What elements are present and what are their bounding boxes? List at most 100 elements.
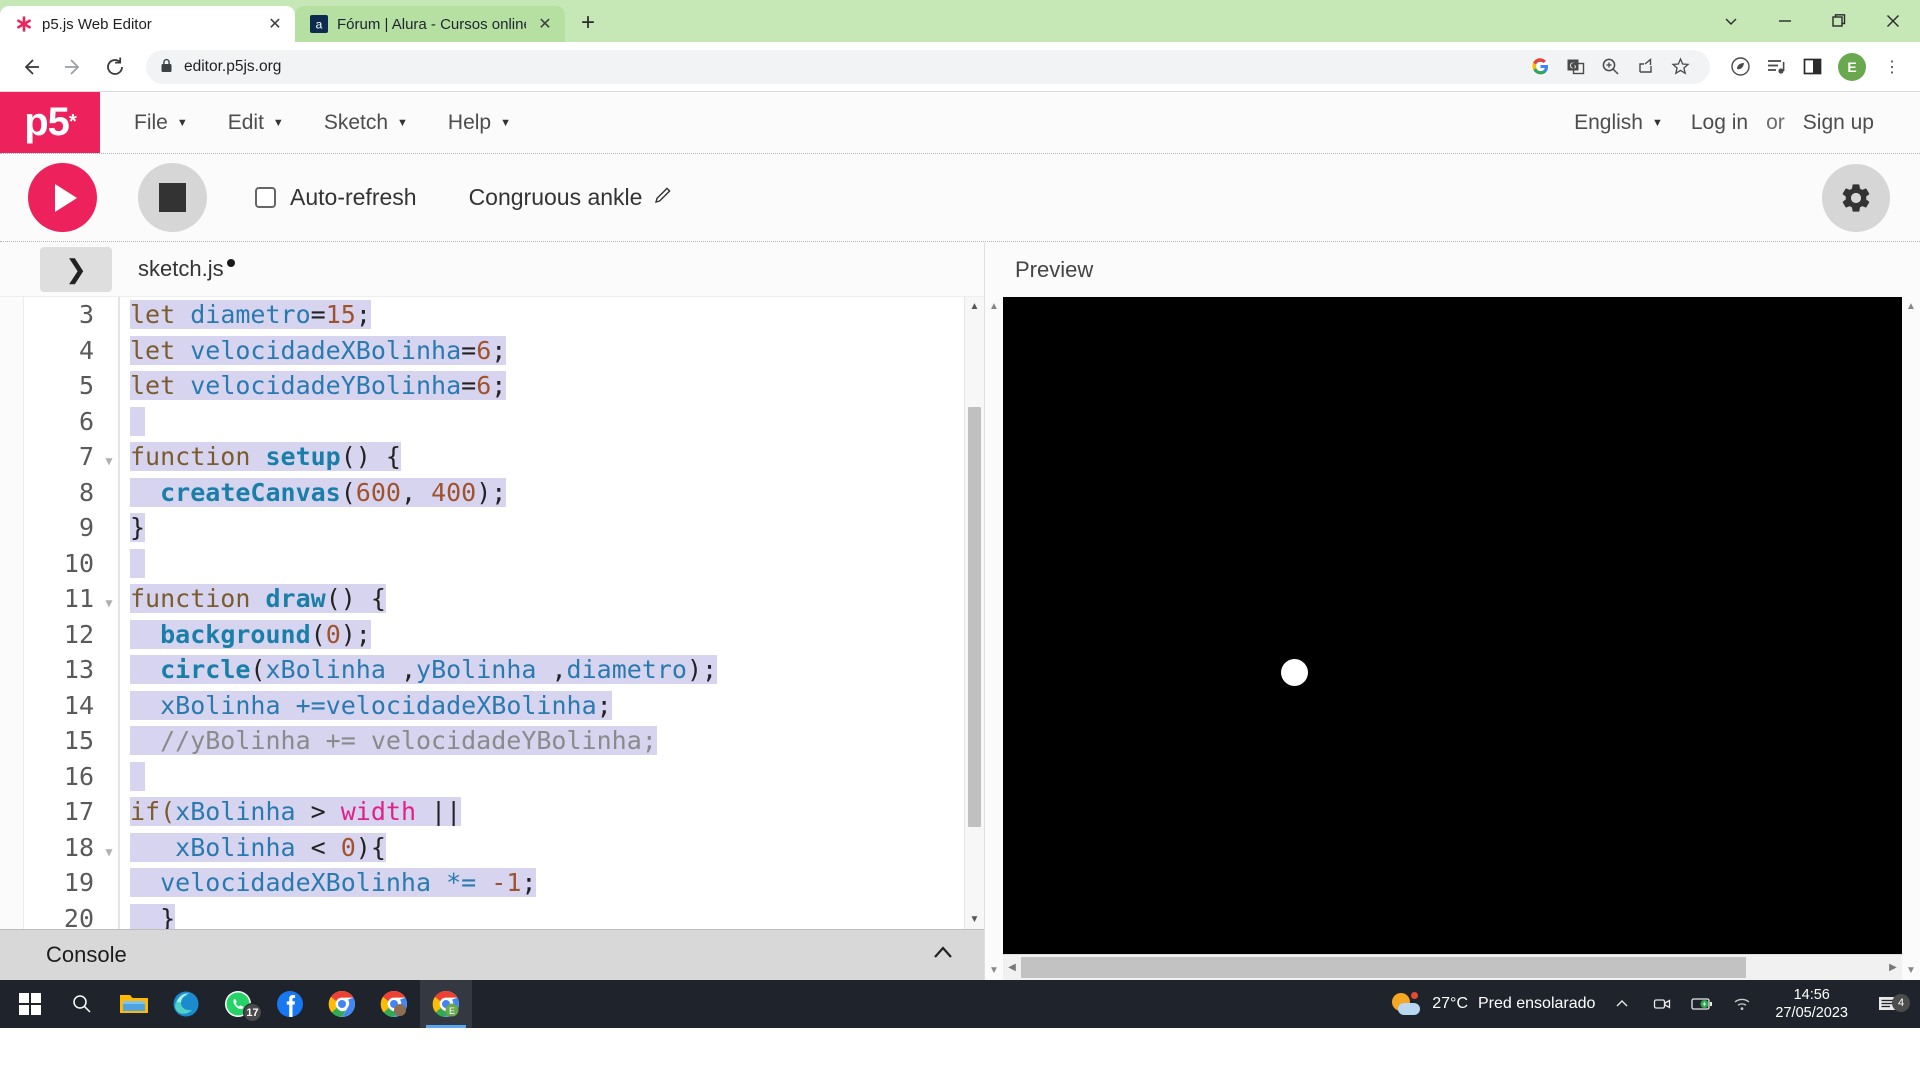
fold-toggle-icon[interactable]: ▼ — [100, 586, 118, 622]
code-line[interactable]: 8 createCanvas(600, 400); — [24, 474, 984, 511]
code-line[interactable]: 12 background(0); — [24, 616, 984, 653]
code-line[interactable]: 11 ▼ function draw() { — [24, 581, 984, 617]
pencil-icon[interactable] — [653, 185, 673, 211]
hscroll-track[interactable] — [1021, 955, 1884, 980]
scroll-right-icon[interactable]: ▶ — [1884, 962, 1902, 973]
taskbar-chrome[interactable] — [316, 980, 368, 1028]
scroll-down-icon[interactable]: ▼ — [1906, 965, 1916, 976]
wifi-icon[interactable] — [1729, 996, 1755, 1012]
maximize-icon[interactable] — [1812, 0, 1866, 42]
code-line[interactable]: 7 ▼ function setup() { — [24, 439, 984, 475]
profile-avatar[interactable]: E — [1838, 52, 1866, 81]
taskbar-whatsapp[interactable]: 17 — [212, 980, 264, 1028]
zoom-icon[interactable] — [1594, 51, 1626, 83]
code-line[interactable]: 20 } — [24, 900, 984, 929]
sketch-canvas[interactable] — [1003, 297, 1902, 954]
scroll-up-icon[interactable]: ▲ — [1906, 301, 1916, 312]
scroll-down-icon[interactable]: ▼ — [965, 911, 984, 929]
preview-left-scrollbar[interactable]: ▲ ▼ — [985, 297, 1003, 980]
code-editor[interactable]: 3 let diametro=15; 4 let velocidadeXBolinha… — [0, 296, 984, 929]
scroll-down-icon[interactable]: ▼ — [989, 965, 999, 976]
taskbar-chrome-profile[interactable] — [368, 980, 420, 1028]
code-line[interactable]: 19 velocidadeXBolinha *= -1; — [24, 865, 984, 901]
code-line[interactable]: 15 //yBolinha += velocidadeYBolinha; — [24, 723, 984, 759]
forward-icon[interactable] — [54, 48, 92, 86]
tab-search-chevron-icon[interactable] — [1704, 0, 1758, 42]
code-line[interactable]: 3 let diametro=15; — [24, 297, 984, 333]
scrollbar-thumb[interactable] — [968, 407, 981, 828]
reload-icon[interactable] — [96, 48, 134, 86]
code-line[interactable]: 4 let velocidadeXBolinha=6; — [24, 332, 984, 369]
editor-header: ❯ sketch.js — [0, 242, 984, 297]
settings-button[interactable] — [1822, 163, 1890, 232]
hscroll-thumb[interactable] — [1021, 957, 1746, 978]
chevron-up-icon[interactable] — [930, 939, 956, 970]
taskbar-facebook[interactable] — [264, 980, 316, 1028]
code-line[interactable]: 17 if(xBolinha > width || — [24, 794, 984, 830]
play-button[interactable] — [28, 163, 97, 232]
close-icon[interactable]: ✕ — [535, 14, 555, 34]
code-line[interactable]: 18 ▼ xBolinha < 0){ — [24, 829, 984, 866]
editor-vertical-scrollbar[interactable]: ▲ ▼ — [964, 297, 984, 929]
preview-right-scrollbar[interactable]: ▲ ▼ — [1902, 297, 1920, 980]
tray-expand-chevron-icon[interactable] — [1609, 996, 1635, 1012]
code-line[interactable]: 5 let velocidadeYBolinha=6; — [24, 368, 984, 404]
signup-link[interactable]: Sign up — [1791, 103, 1886, 143]
translate-icon[interactable]: G — [1559, 51, 1591, 83]
preview-horizontal-scrollbar[interactable]: ◀ ▶ — [1003, 954, 1902, 980]
leaf-icon[interactable] — [1724, 51, 1756, 83]
chrome-menu-icon[interactable]: ⋮ — [1876, 51, 1908, 83]
menu-sketch[interactable]: Sketch ▼ — [308, 103, 424, 143]
code-line[interactable]: 16 — [24, 758, 984, 795]
new-tab-button[interactable]: + — [571, 6, 605, 40]
menu-edit[interactable]: Edit ▼ — [212, 103, 300, 143]
p5-logo[interactable]: p5 * — [0, 92, 100, 153]
fold-toggle-icon[interactable]: ▼ — [100, 835, 118, 871]
browser-tab-p5js[interactable]: p5.js Web Editor ✕ — [0, 6, 295, 42]
taskbar-search-button[interactable] — [56, 980, 108, 1028]
browser-tab-alura[interactable]: a Fórum | Alura - Cursos online de ✕ — [295, 6, 565, 42]
scroll-up-icon[interactable]: ▲ — [989, 301, 999, 312]
share-icon[interactable] — [1629, 51, 1661, 83]
sidebar-toggle-button[interactable]: ❯ — [40, 246, 112, 292]
scroll-left-icon[interactable]: ◀ — [1003, 962, 1021, 973]
code-lines-container[interactable]: 3 let diametro=15; 4 let velocidadeXBolinha… — [24, 297, 984, 929]
language-selector[interactable]: English ▼ — [1562, 103, 1675, 143]
notification-center-button[interactable]: 4 — [1868, 994, 1910, 1014]
google-icon[interactable] — [1524, 51, 1556, 83]
bookmark-star-icon[interactable] — [1664, 51, 1696, 83]
media-list-icon[interactable] — [1760, 51, 1792, 83]
start-button[interactable] — [4, 980, 56, 1028]
back-icon[interactable] — [12, 48, 50, 86]
menu-file[interactable]: File ▼ — [118, 103, 204, 143]
menu-help[interactable]: Help ▼ — [432, 103, 527, 143]
fold-toggle-icon[interactable]: ▼ — [100, 444, 118, 480]
weather-widget[interactable]: 27°C Pred ensolarado — [1392, 992, 1595, 1016]
stop-button[interactable] — [138, 163, 207, 232]
clock-widget[interactable]: 14:56 27/05/2023 — [1769, 986, 1854, 1022]
scroll-up-icon[interactable]: ▲ — [965, 297, 984, 315]
sketch-name-control[interactable]: Congruous ankle — [469, 184, 674, 211]
taskbar-chrome-active[interactable]: E — [420, 980, 472, 1028]
minimize-icon[interactable] — [1758, 0, 1812, 42]
camera-icon[interactable] — [1649, 996, 1675, 1012]
console-panel-header[interactable]: Console — [0, 928, 984, 980]
auto-refresh-control[interactable]: Auto-refresh — [255, 184, 417, 211]
side-panel-icon[interactable] — [1796, 51, 1828, 83]
line-number: 9 — [78, 513, 94, 543]
auto-refresh-checkbox[interactable] — [255, 187, 276, 208]
code-line[interactable]: 9} — [24, 510, 984, 546]
taskbar-file-explorer[interactable] — [108, 980, 160, 1028]
close-icon[interactable]: ✕ — [265, 14, 285, 34]
code-line[interactable]: 10 — [24, 545, 984, 582]
code-line[interactable]: 6 — [24, 403, 984, 440]
code-line[interactable]: 13 circle(xBolinha ,yBolinha ,diametro); — [24, 652, 984, 688]
close-window-icon[interactable] — [1866, 0, 1920, 42]
battery-icon[interactable] — [1689, 997, 1715, 1011]
code-line[interactable]: 14 xBolinha +=velocidadeXBolinha; — [24, 687, 984, 724]
taskbar-edge[interactable] — [160, 980, 212, 1028]
login-link[interactable]: Log in — [1679, 103, 1760, 143]
file-tab-sketch-js[interactable]: sketch.js — [138, 256, 235, 282]
address-bar[interactable]: editor.p5js.org G — [146, 49, 1710, 84]
browser-toolbar: editor.p5js.org G E ⋮ — [0, 42, 1920, 92]
